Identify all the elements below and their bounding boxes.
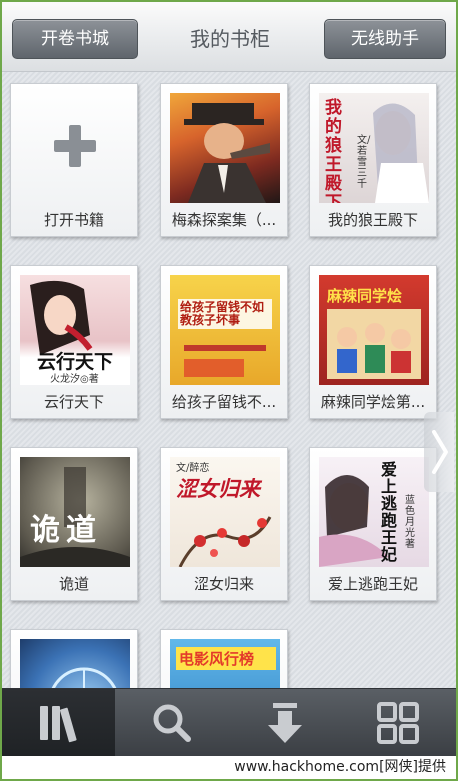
book-tile[interactable]: 麻辣同学烩 麻辣同学烩第... — [309, 265, 437, 419]
book-tile[interactable]: 我的狼王殿下 文/若雪三千 我的狼王殿下 — [309, 83, 437, 237]
book-label: 云行天下 — [43, 393, 104, 411]
cover-author: 蓝色月光 著 — [405, 495, 415, 550]
watermark-text: www.hackhome.com[网侠]提供 — [2, 756, 456, 779]
download-icon — [267, 703, 302, 743]
cover-title: 爱上逃跑王妃 — [381, 460, 398, 564]
tab-download[interactable] — [228, 689, 341, 757]
open-book-cover — [20, 93, 130, 203]
cover-title: 麻辣同学烩 — [327, 287, 403, 305]
chevron-right-icon — [432, 430, 448, 474]
book-label: 诡道 — [58, 575, 89, 593]
cover-author: 文/醉恋 — [176, 463, 210, 474]
book-label: 涩女归来 — [193, 575, 254, 593]
cover-title: 涩女归来 — [176, 476, 260, 501]
book-cover: 我的狼王殿下 文/若雪三千 — [319, 93, 429, 203]
bottom-toolbar — [2, 688, 456, 757]
book-tile[interactable]: 爱上逃跑王妃 蓝色月光 著 爱上逃跑王妃 — [309, 447, 437, 601]
book-cover — [170, 93, 280, 203]
cover-author: 文/若雪三千 — [357, 135, 371, 190]
grid-icon — [376, 702, 419, 744]
bookshelf-icon — [39, 706, 77, 743]
book-tile[interactable] — [10, 629, 138, 688]
book-cover — [20, 639, 130, 688]
cover-title: 诡道 — [30, 513, 102, 548]
book-cover: 爱上逃跑王妃 蓝色月光 著 — [319, 457, 429, 567]
cover-title: 我的狼王殿下 — [325, 98, 342, 204]
tab-bookshelf[interactable] — [2, 689, 115, 757]
book-cover: 麻辣同学烩 — [319, 275, 429, 385]
tab-grid[interactable] — [341, 689, 454, 757]
book-label: 我的狼王殿下 — [327, 211, 418, 229]
book-tile[interactable]: 云行天下 火龙汐◎著 云行天下 — [10, 265, 138, 419]
plus-icon — [54, 125, 96, 167]
book-tile[interactable]: 诡道 诡道 — [10, 447, 138, 601]
header-bar: 开卷书城 我的书柜 无线助手 — [2, 2, 456, 72]
book-label: 打开书籍 — [43, 211, 104, 229]
wireless-assistant-button[interactable]: 无线助手 — [324, 19, 446, 59]
open-book-tile[interactable]: 打开书籍 — [10, 83, 138, 237]
book-label: 给孩子留钱不... — [171, 393, 277, 411]
cover-title: 电影风行榜 — [176, 647, 276, 670]
book-cover: 给孩子留钱不如教孩子坏事 — [170, 275, 280, 385]
next-page-arrow[interactable] — [424, 412, 454, 492]
cover-title: 给孩子留钱不如教孩子坏事 — [180, 300, 265, 327]
search-icon — [153, 704, 191, 742]
book-label: 爱上逃跑王妃 — [327, 575, 418, 593]
book-tile[interactable]: 电影风行榜 — [160, 629, 288, 688]
tab-search[interactable] — [115, 689, 228, 757]
book-tile[interactable]: 给孩子留钱不如教孩子坏事 给孩子留钱不... — [160, 265, 288, 419]
book-tile[interactable]: 梅森探案集（... — [160, 83, 288, 237]
bookshelf-grid: 打开书籍 梅森探案集（... 我的狼王殿下 文/若雪三千 我的狼王殿下 云行天下… — [2, 72, 456, 688]
book-label: 麻辣同学烩第... — [320, 393, 426, 411]
book-label: 梅森探案集（... — [171, 211, 277, 229]
page-title: 我的书柜 — [190, 27, 270, 51]
book-cover: 电影风行榜 — [170, 639, 280, 688]
book-cover: 诡道 — [20, 457, 130, 567]
book-cover: 云行天下 火龙汐◎著 — [20, 275, 130, 385]
book-tile[interactable]: 文/醉恋 涩女归来 涩女归来 — [160, 447, 288, 601]
bookstore-button[interactable]: 开卷书城 — [12, 19, 138, 59]
cover-author: 火龙汐◎著 — [50, 374, 99, 385]
book-cover: 文/醉恋 涩女归来 — [170, 457, 280, 567]
